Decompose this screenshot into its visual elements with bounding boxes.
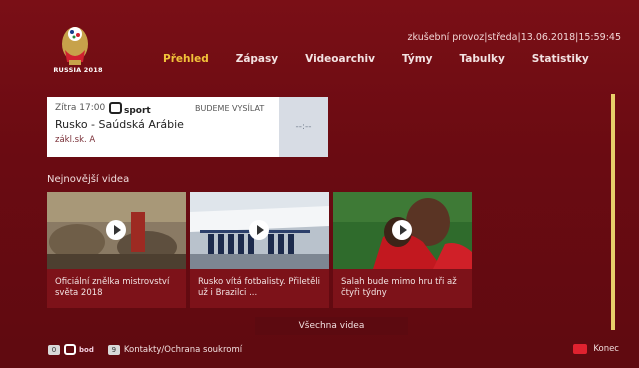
ct-icon bbox=[64, 344, 76, 355]
screen: RUSSIA 2018 zkušební provoz|středa|13.06… bbox=[0, 0, 639, 368]
bod-label: bod bbox=[79, 345, 94, 354]
all-videos-button[interactable]: Všechna videa bbox=[255, 317, 408, 335]
videos-section-title: Nejnovější videa bbox=[47, 174, 130, 185]
match-time: Zítra 17:00 bbox=[55, 103, 106, 113]
status-mode: zkušební provoz bbox=[407, 32, 485, 43]
status-date: 13.06.2018 bbox=[520, 32, 576, 43]
play-icon bbox=[106, 220, 126, 240]
key-9-badge: 9 bbox=[107, 344, 120, 355]
match-card[interactable]: Zítra 17:00 sport BUDEME VYSÍLAT Rusko -… bbox=[47, 97, 328, 157]
bod-link[interactable]: bod bbox=[64, 344, 94, 355]
video-caption: Oficiální znělka mistrovství světa 2018 bbox=[55, 277, 170, 298]
status-bar: zkušební provoz|středa|13.06.2018|15:59:… bbox=[407, 32, 621, 43]
scrollbar[interactable] bbox=[611, 94, 615, 330]
footer: 0 bod 9 Kontakty/Ochrana soukromí bbox=[48, 344, 242, 355]
match-score: --:-- bbox=[279, 97, 328, 157]
video-caption: Salah bude mimo hru tři až čtyři týdny bbox=[341, 277, 457, 298]
exit-label: Konec bbox=[593, 344, 619, 354]
tab-tabulky[interactable]: Tabulky bbox=[459, 53, 504, 65]
match-title: Rusko - Saúdská Arábie bbox=[55, 118, 184, 131]
tab-prehled[interactable]: Přehled bbox=[163, 53, 209, 65]
video-card[interactable]: Oficiální znělka mistrovství světa 2018 bbox=[47, 192, 186, 308]
key-0-badge: 0 bbox=[48, 344, 60, 355]
play-icon bbox=[392, 220, 412, 240]
tab-zapasy[interactable]: Zápasy bbox=[236, 53, 278, 65]
ct-sport-logo: sport bbox=[109, 102, 151, 116]
main-nav: Přehled Zápasy Videoarchiv Týmy Tabulky … bbox=[163, 53, 616, 65]
broadcast-label: BUDEME VYSÍLAT bbox=[195, 104, 265, 113]
status-day: středa bbox=[487, 32, 518, 43]
contacts-link[interactable]: Kontakty/Ochrana soukromí bbox=[124, 345, 242, 355]
match-info: Zítra 17:00 sport BUDEME VYSÍLAT Rusko -… bbox=[47, 97, 279, 157]
video-caption: Rusko vítá fotbalisty. Přiletěli už i Br… bbox=[198, 277, 321, 298]
ct-icon bbox=[109, 102, 122, 114]
play-icon bbox=[249, 220, 269, 240]
exit-button[interactable]: Konec bbox=[573, 344, 619, 354]
match-group: zákl.sk. A bbox=[55, 135, 96, 145]
status-time: 15:59:45 bbox=[578, 32, 621, 43]
red-button-icon bbox=[573, 344, 588, 354]
tab-statistiky[interactable]: Statistiky bbox=[532, 53, 589, 65]
video-card[interactable]: Salah bude mimo hru tři až čtyři týdny bbox=[333, 192, 472, 308]
video-card[interactable]: Rusko vítá fotbalisty. Přiletěli už i Br… bbox=[190, 192, 329, 308]
logo-text: RUSSIA 2018 bbox=[53, 66, 103, 74]
tab-videoarchiv[interactable]: Videoarchiv bbox=[305, 53, 375, 65]
tab-tymy[interactable]: Týmy bbox=[402, 53, 433, 65]
channel-label: sport bbox=[124, 106, 151, 116]
